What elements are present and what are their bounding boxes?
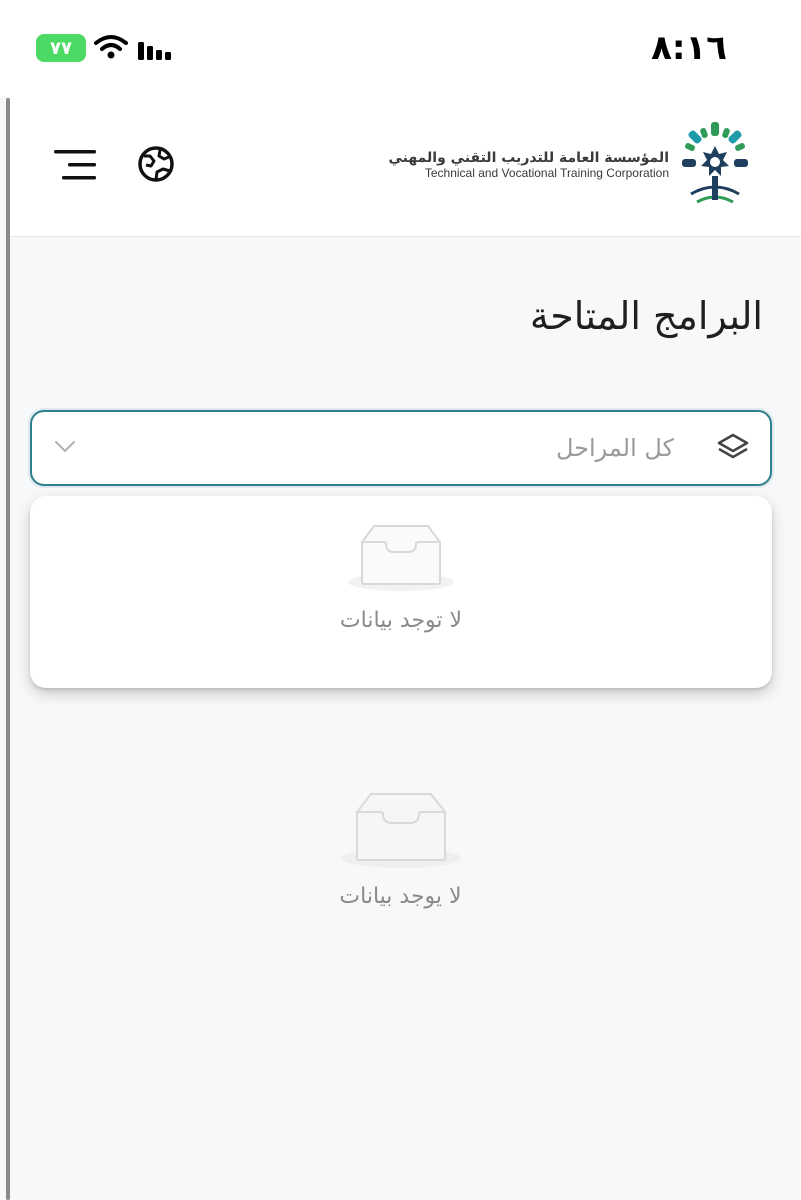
scroll-indicator (6, 98, 10, 1200)
stage-select-placeholder: كل المراحل (555, 434, 674, 462)
dropdown-empty-text: لا توجد بيانات (339, 608, 463, 633)
wifi-icon (94, 35, 128, 59)
status-time: ٨:١٦ (651, 28, 727, 68)
page-title: البرامج المتاحة (529, 294, 763, 338)
battery-indicator: ٧٧ (36, 34, 86, 62)
logo-english-name: Technical and Vocational Training Corpor… (424, 166, 669, 180)
brand-logo: المؤسسة العامة للتدريب التقني والمهني Te… (389, 120, 752, 210)
programs-empty-state: لا يوجد بيانات (0, 790, 801, 909)
logo-text: المؤسسة العامة للتدريب التقني والمهني Te… (389, 150, 670, 180)
globe-icon[interactable] (136, 144, 176, 184)
stage-select[interactable]: كل المراحل (30, 410, 772, 486)
cellular-signal-icon (138, 42, 171, 60)
logo-arabic-name: المؤسسة العامة للتدريب التقني والمهني (388, 150, 670, 166)
programs-empty-text: لا يوجد بيانات (339, 884, 462, 909)
battery-level: ٧٧ (50, 37, 72, 59)
app-header: المؤسسة العامة للتدريب التقني والمهني Te… (10, 96, 801, 237)
empty-inbox-icon (348, 525, 454, 591)
chevron-down-icon (55, 441, 75, 453)
stage-dropdown-panel: لا توجد بيانات (30, 496, 772, 688)
layers-icon (717, 433, 749, 459)
hamburger-menu-icon[interactable] (54, 150, 100, 180)
dropdown-empty-state: لا توجد بيانات (30, 522, 772, 633)
empty-inbox-icon (340, 793, 461, 868)
status-bar: ٧٧ ٨:١٦ (0, 0, 801, 96)
tvtc-emblem-icon (682, 122, 748, 204)
